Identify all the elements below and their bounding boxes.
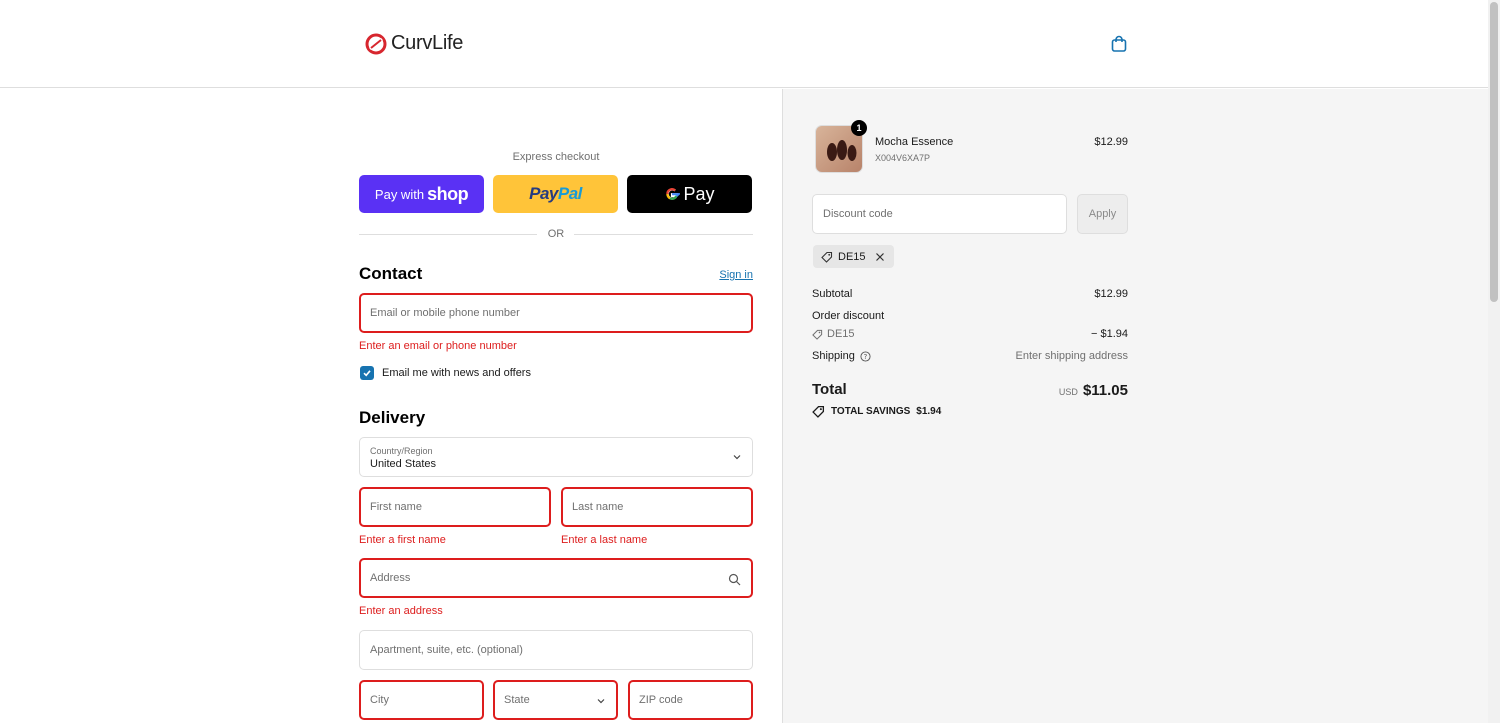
curvlife-logo-icon bbox=[365, 33, 387, 54]
total-label: Total bbox=[812, 381, 847, 398]
discount-code-row: DE15 bbox=[812, 328, 855, 340]
state-select[interactable]: State bbox=[493, 680, 618, 720]
total-value: $11.05 bbox=[1082, 382, 1128, 399]
help-icon[interactable]: ? bbox=[860, 350, 871, 362]
newsletter-checkbox[interactable] bbox=[360, 366, 374, 380]
contact-heading: Contact bbox=[359, 264, 423, 283]
last-name-error: Enter a last name bbox=[561, 534, 648, 546]
apply-discount-button[interactable]: Apply bbox=[1077, 194, 1128, 234]
email-field[interactable]: Email or mobile phone number bbox=[359, 293, 753, 333]
shipping-row: Shipping ? bbox=[812, 350, 871, 362]
tag-icon bbox=[812, 329, 823, 340]
shopping-bag-icon[interactable] bbox=[1109, 34, 1129, 54]
discount-code-placeholder: Discount code bbox=[823, 208, 893, 220]
discount-code-input[interactable]: Discount code bbox=[812, 194, 1067, 234]
quantity-badge: 1 bbox=[851, 120, 867, 136]
email-error: Enter an email or phone number bbox=[359, 340, 517, 352]
country-value: United States bbox=[370, 457, 437, 470]
delivery-heading: Delivery bbox=[359, 408, 426, 427]
shipping-value: Enter shipping address bbox=[1015, 350, 1128, 362]
paypal-logo-pal: Pal bbox=[557, 184, 583, 203]
last-name-placeholder: Last name bbox=[572, 501, 624, 513]
shop-pay-button[interactable]: Pay with shop bbox=[359, 175, 484, 213]
subtotal-value: $12.99 bbox=[1094, 288, 1128, 300]
country-select[interactable]: Country/Region United States bbox=[359, 437, 753, 477]
zip-code-field[interactable]: ZIP code bbox=[628, 680, 753, 720]
chevron-down-icon bbox=[597, 699, 605, 704]
newsletter-label: Email me with news and offers bbox=[382, 367, 531, 379]
email-placeholder: Email or mobile phone number bbox=[370, 307, 520, 319]
order-discount-label: Order discount bbox=[812, 310, 885, 322]
apartment-field[interactable]: Apartment, suite, etc. (optional) bbox=[359, 630, 753, 670]
tag-icon bbox=[821, 251, 833, 263]
paypal-logo: PayPal bbox=[529, 184, 582, 204]
address-error: Enter an address bbox=[359, 605, 443, 617]
search-icon bbox=[728, 573, 741, 586]
first-name-placeholder: First name bbox=[370, 501, 422, 513]
applied-code-text: DE15 bbox=[838, 250, 866, 263]
city-placeholder: City bbox=[370, 694, 389, 706]
site-header: CurvLife bbox=[0, 0, 1488, 88]
google-pay-button[interactable]: Pay bbox=[627, 175, 752, 213]
express-checkout-label: Express checkout bbox=[512, 151, 600, 163]
apartment-placeholder: Apartment, suite, etc. (optional) bbox=[370, 644, 523, 656]
paypal-button[interactable]: PayPal bbox=[493, 175, 618, 213]
total-savings-value: $1.94 bbox=[916, 406, 942, 417]
city-field[interactable]: City bbox=[359, 680, 484, 720]
product-sku: X004V6XA7P bbox=[875, 153, 931, 163]
or-divider: OR bbox=[359, 228, 753, 242]
sign-in-link[interactable]: Sign in bbox=[719, 269, 753, 281]
google-g-icon bbox=[666, 188, 681, 200]
paypal-logo-pay: Pay bbox=[529, 184, 558, 203]
total-savings-row: TOTAL SAVINGS $1.94 bbox=[812, 405, 941, 418]
zip-code-placeholder: ZIP code bbox=[639, 694, 683, 706]
country-label: Country/Region bbox=[370, 445, 433, 456]
page-scrollbar[interactable] bbox=[1488, 0, 1500, 723]
tag-icon bbox=[812, 405, 825, 418]
first-name-field[interactable]: First name bbox=[359, 487, 551, 527]
google-pay-text: Pay bbox=[683, 183, 715, 204]
discount-value: − $1.94 bbox=[1090, 328, 1128, 340]
svg-text:?: ? bbox=[864, 353, 868, 361]
shop-pay-prefix: Pay with bbox=[374, 186, 425, 202]
chevron-down-icon bbox=[733, 455, 741, 460]
total-currency: USD bbox=[1058, 387, 1078, 397]
check-icon bbox=[363, 370, 371, 377]
last-name-field[interactable]: Last name bbox=[561, 487, 753, 527]
address-field[interactable]: Address bbox=[359, 558, 753, 598]
brand-name: CurvLife bbox=[391, 32, 464, 54]
brand-logo[interactable]: CurvLife bbox=[365, 32, 463, 55]
shop-pay-brand: shop bbox=[427, 183, 469, 204]
applied-discount-chip: DE15 bbox=[813, 245, 894, 268]
discount-code-text: DE15 bbox=[827, 328, 855, 340]
address-placeholder: Address bbox=[370, 572, 411, 584]
or-line-right bbox=[574, 234, 753, 235]
product-price: $12.99 bbox=[1094, 136, 1128, 148]
total-savings-label: TOTAL SAVINGS bbox=[831, 406, 911, 417]
shipping-label: Shipping bbox=[812, 350, 855, 362]
product-name: Mocha Essence bbox=[875, 136, 954, 148]
scroll-thumb[interactable] bbox=[1490, 2, 1498, 302]
remove-discount-icon[interactable] bbox=[874, 251, 886, 263]
subtotal-label: Subtotal bbox=[812, 288, 853, 300]
state-placeholder: State bbox=[504, 694, 530, 706]
first-name-error: Enter a first name bbox=[359, 534, 446, 546]
total-row: USD $11.05 bbox=[1000, 382, 1128, 399]
